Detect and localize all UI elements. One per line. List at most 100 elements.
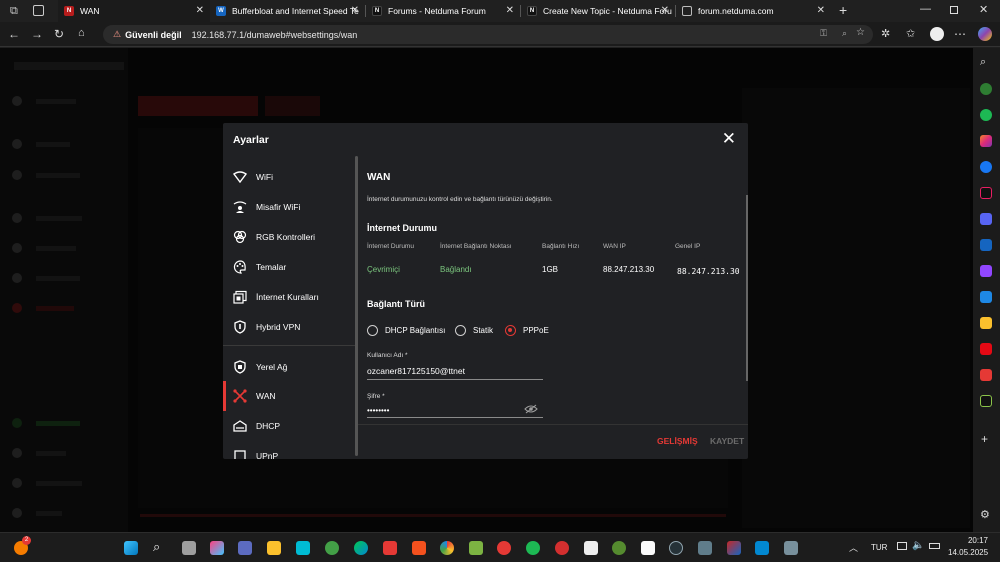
refresh-icon[interactable]: ↻ bbox=[54, 27, 64, 41]
menu-scrollbar[interactable] bbox=[355, 156, 358, 456]
facebook-icon[interactable] bbox=[980, 161, 992, 173]
spotify-icon[interactable] bbox=[980, 109, 992, 121]
app-icon[interactable] bbox=[698, 541, 712, 555]
document-icon[interactable] bbox=[641, 541, 655, 555]
outlook-icon[interactable] bbox=[980, 291, 992, 303]
app-icon[interactable] bbox=[980, 239, 992, 251]
clock-date[interactable]: 14.05.2025 bbox=[948, 548, 988, 557]
zoom-icon[interactable]: ⌕ bbox=[842, 28, 847, 39]
app-icon[interactable] bbox=[469, 541, 483, 555]
app-icon[interactable] bbox=[755, 541, 769, 555]
app-icon[interactable] bbox=[980, 369, 992, 381]
advanced-button[interactable]: GELİŞMİŞ bbox=[657, 436, 698, 446]
favorites-icon[interactable]: ✩ bbox=[906, 27, 915, 40]
menu-item-local-network[interactable]: Yerel Ağ bbox=[223, 352, 355, 382]
close-tab-icon[interactable]: ✕ bbox=[506, 5, 514, 16]
password-underline bbox=[367, 417, 543, 418]
close-icon[interactable]: ✕ bbox=[722, 129, 736, 149]
tab-wan[interactable]: N WAN ✕ bbox=[58, 0, 210, 22]
app-icon[interactable] bbox=[612, 541, 626, 555]
wifi-icon bbox=[233, 170, 247, 184]
app-icon[interactable] bbox=[784, 541, 798, 555]
close-tab-icon[interactable]: ✕ bbox=[196, 5, 204, 16]
key-icon[interactable]: ⚿ bbox=[820, 28, 827, 39]
profile-avatar[interactable] bbox=[930, 27, 944, 41]
instagram-icon[interactable] bbox=[980, 135, 992, 147]
settings-icon[interactable]: ⚙ bbox=[980, 508, 990, 521]
app-icon[interactable] bbox=[727, 541, 741, 555]
close-tab-icon[interactable]: ✕ bbox=[661, 5, 669, 16]
close-tab-icon[interactable]: ✕ bbox=[351, 5, 359, 16]
task-view-icon[interactable] bbox=[182, 541, 196, 555]
youtube-icon[interactable] bbox=[383, 541, 397, 555]
menu-item-wifi[interactable]: WiFi bbox=[223, 162, 355, 192]
favorite-star-icon[interactable]: ☆ bbox=[856, 27, 865, 38]
hide-password-icon[interactable] bbox=[524, 404, 538, 416]
menu-item-upnp[interactable]: UPnP bbox=[223, 441, 355, 459]
menu-item-internet-rules[interactable]: İnternet Kuralları bbox=[223, 282, 355, 312]
app-icon[interactable] bbox=[669, 541, 683, 555]
tiktok-icon[interactable] bbox=[980, 187, 992, 199]
username-input[interactable]: ozcaner817125150@ttnet bbox=[367, 366, 465, 376]
tab-forums[interactable]: N Forums - Netduma Forum ✕ bbox=[366, 0, 520, 22]
dhcp-radio[interactable] bbox=[367, 325, 378, 336]
app-icon[interactable] bbox=[412, 541, 426, 555]
new-tab-icon[interactable]: + bbox=[839, 2, 847, 18]
chrome-icon[interactable] bbox=[440, 541, 454, 555]
tab-actions-icon[interactable] bbox=[33, 5, 44, 16]
save-button[interactable]: KAYDET bbox=[710, 436, 744, 446]
extensions-icon[interactable]: ✲ bbox=[881, 27, 890, 40]
menu-item-guest-wifi[interactable]: Misafir WiFi bbox=[223, 192, 355, 222]
search-icon[interactable]: ⌕ bbox=[980, 56, 986, 69]
maximize-icon[interactable] bbox=[950, 6, 958, 14]
static-radio[interactable] bbox=[455, 325, 466, 336]
copilot-icon[interactable] bbox=[978, 27, 992, 41]
chevron-up-icon[interactable]: ︿ bbox=[849, 541, 858, 554]
network-icon[interactable] bbox=[897, 542, 907, 550]
battery-icon[interactable] bbox=[929, 543, 940, 549]
language-indicator[interactable]: TUR bbox=[871, 543, 887, 552]
home-icon[interactable]: ⌂ bbox=[78, 27, 85, 39]
copilot-icon[interactable] bbox=[210, 541, 224, 555]
app-icon[interactable] bbox=[497, 541, 511, 555]
url-field[interactable]: ⚠ Güvenli değil 192.168.77.1/dumaweb#web… bbox=[103, 25, 873, 44]
whatsapp-icon[interactable] bbox=[980, 83, 992, 95]
teams-icon[interactable] bbox=[238, 541, 252, 555]
netflix-icon[interactable] bbox=[980, 343, 992, 355]
menu-item-wan[interactable]: WAN bbox=[223, 381, 355, 411]
minimize-icon[interactable]: — bbox=[920, 3, 931, 15]
tab-forum-netduma[interactable]: forum.netduma.com ✕ bbox=[676, 0, 831, 22]
search-icon[interactable]: ⌕ bbox=[153, 539, 160, 555]
tab-create-topic[interactable]: N Create New Topic - Netduma Foru ✕ bbox=[521, 0, 675, 22]
app-icon[interactable] bbox=[980, 317, 992, 329]
menu-item-hybrid-vpn[interactable]: Hybrid VPN bbox=[223, 312, 355, 342]
file-explorer-icon[interactable] bbox=[267, 541, 281, 555]
menu-label: Yerel Ağ bbox=[256, 362, 288, 372]
more-icon[interactable]: ⋯ bbox=[954, 27, 966, 41]
close-window-icon[interactable]: ✕ bbox=[979, 3, 988, 16]
whatsapp-icon[interactable] bbox=[325, 541, 339, 555]
add-icon[interactable]: + bbox=[981, 432, 988, 446]
menu-item-dhcp[interactable]: DHCP bbox=[223, 411, 355, 441]
workspaces-icon[interactable]: ⧉ bbox=[10, 5, 18, 18]
app-icon[interactable] bbox=[584, 541, 598, 555]
tab-bufferbloat[interactable]: W Bufferbloat and Internet Speed Te ✕ bbox=[210, 0, 365, 22]
start-icon[interactable] bbox=[124, 541, 138, 555]
edge-icon[interactable] bbox=[354, 541, 368, 555]
password-input[interactable]: •••••••• bbox=[367, 406, 389, 415]
forward-icon[interactable]: → bbox=[31, 27, 43, 41]
menu-item-themes[interactable]: Temalar bbox=[223, 252, 355, 282]
spotify-icon[interactable] bbox=[526, 541, 540, 555]
pppoe-radio[interactable] bbox=[505, 325, 516, 336]
content-scrollbar[interactable] bbox=[746, 195, 748, 381]
clock-time[interactable]: 20:17 bbox=[955, 536, 988, 545]
volume-icon[interactable]: 🔈 bbox=[912, 540, 924, 551]
twitch-icon[interactable] bbox=[980, 265, 992, 277]
menu-item-rgb[interactable]: RGB Kontrolleri bbox=[223, 222, 355, 252]
opera-icon[interactable] bbox=[555, 541, 569, 555]
close-tab-icon[interactable]: ✕ bbox=[817, 5, 825, 16]
back-icon[interactable]: ← bbox=[8, 27, 20, 41]
discord-icon[interactable] bbox=[980, 213, 992, 225]
tv-icon[interactable] bbox=[980, 395, 992, 407]
app-icon[interactable] bbox=[296, 541, 310, 555]
